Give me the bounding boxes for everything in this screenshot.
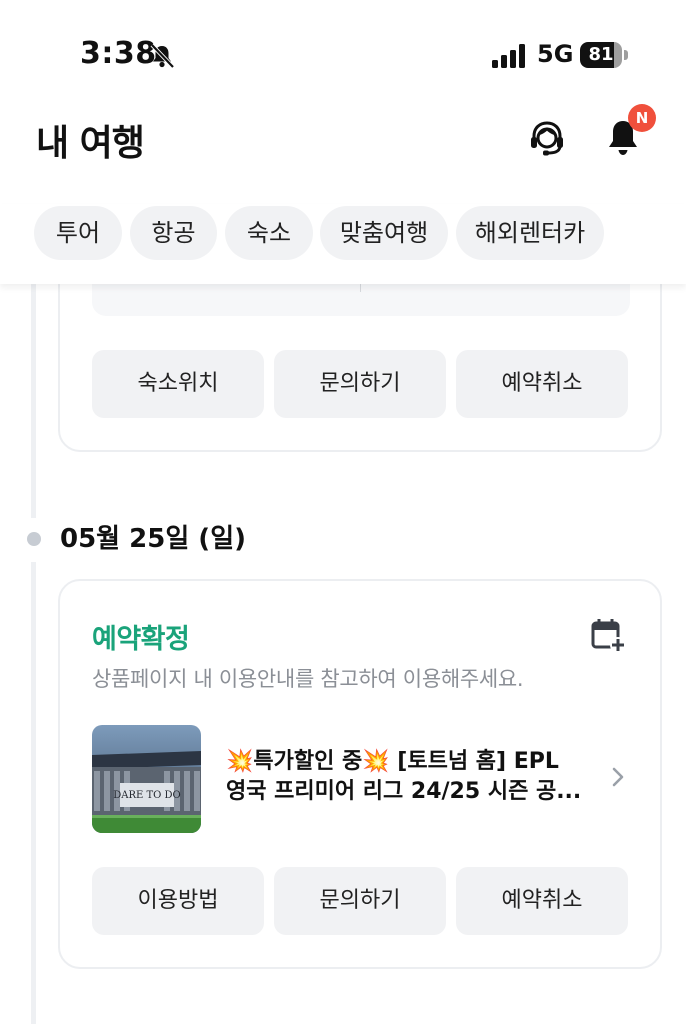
cancel-booking-button[interactable]: 예약취소	[456, 867, 628, 935]
tab-custom-travel[interactable]: 맞춤여행	[320, 206, 448, 260]
timeline-line	[31, 284, 36, 518]
tab-overseas-rental-car[interactable]: 해외렌터카	[456, 206, 604, 260]
thumbnail-banner-text: DARE TO DO	[113, 790, 181, 801]
product-name-line-2: 영국 프리미어 리그 24/25 시즌 공...	[226, 779, 582, 804]
date-label: 05월 25일 (일)	[60, 524, 246, 554]
booking-card: 예약확정 상품페이지 내 이용안내를 참고하여 이용해주세요. DARE TO …	[58, 579, 662, 969]
accommodation-location-button[interactable]: 숙소위치	[92, 350, 264, 418]
battery-icon: 81	[580, 42, 628, 68]
status-bar: 3:38 5G 81	[0, 0, 686, 100]
tab-flight[interactable]: 항공	[130, 206, 217, 260]
notification-badge: N	[628, 104, 656, 132]
timeline-dot	[27, 532, 41, 546]
product-name-line-1: 💥특가할인 중💥 [토트넘 홈] EPL	[226, 749, 559, 774]
booking-notice: 상품페이지 내 이용안내를 참고하여 이용해주세요.	[92, 667, 524, 691]
usage-guide-button[interactable]: 이용방법	[92, 867, 264, 935]
customer-support-headset-icon[interactable]	[526, 116, 568, 158]
inquiry-button[interactable]: 문의하기	[274, 867, 446, 935]
category-tabs: 투어 항공 숙소 맞춤여행 해외렌터카	[0, 204, 686, 284]
product-name[interactable]: 💥특가할인 중💥 [토트넘 홈] EPL 영국 프리미어 리그 24/25 시즌 …	[226, 747, 596, 807]
inquiry-button[interactable]: 문의하기	[274, 350, 446, 418]
add-to-calendar-icon[interactable]	[590, 617, 626, 653]
bell-slash-icon	[150, 43, 175, 69]
cancel-booking-button[interactable]: 예약취소	[456, 350, 628, 418]
cellular-signal-icon	[492, 44, 525, 68]
battery-percent: 81	[588, 44, 614, 65]
timeline-line	[31, 562, 36, 1024]
tab-tour[interactable]: 투어	[34, 206, 122, 260]
network-type: 5G	[537, 40, 574, 68]
product-thumbnail[interactable]: DARE TO DO	[92, 725, 201, 833]
tab-accommodation[interactable]: 숙소	[225, 206, 313, 260]
status-time: 3:38	[80, 36, 157, 71]
chevron-right-icon[interactable]	[608, 765, 628, 789]
booking-status: 예약확정	[92, 624, 190, 655]
page-title: 내 여행	[36, 123, 145, 164]
